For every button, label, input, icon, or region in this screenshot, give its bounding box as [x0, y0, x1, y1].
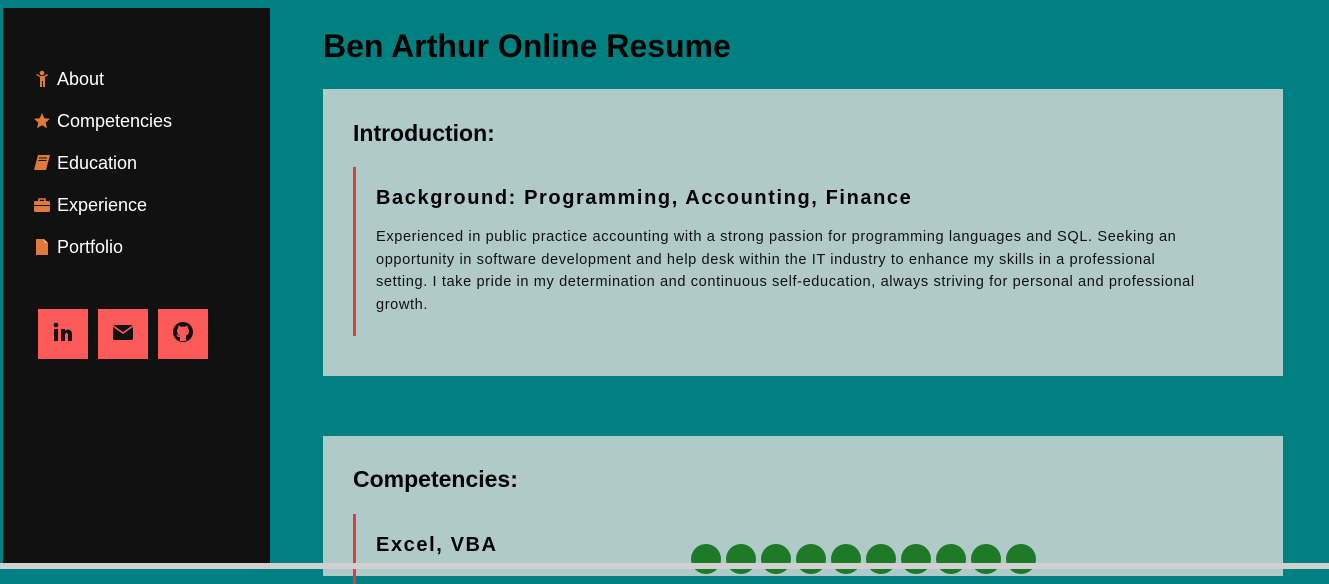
- nav-item-competencies[interactable]: Competencies: [33, 100, 172, 142]
- skill-dot: [761, 544, 791, 574]
- book-icon: [33, 154, 51, 172]
- competencies-heading: Competencies:: [353, 466, 518, 492]
- sidebar: About Competencies Education Experience …: [3, 8, 270, 569]
- sidebar-nav: About Competencies Education Experience …: [33, 58, 172, 268]
- skill-dot: [831, 544, 861, 574]
- competencies-card: Competencies: Excel, VBA: [323, 436, 1283, 584]
- nav-item-portfolio[interactable]: Portfolio: [33, 226, 172, 268]
- nav-item-experience[interactable]: Experience: [33, 184, 172, 226]
- email-button[interactable]: [98, 309, 148, 359]
- skill-dot: [901, 544, 931, 574]
- file-icon: [33, 238, 51, 256]
- skill-dot: [796, 544, 826, 574]
- background-subheading: Background: Programming, Accounting, Fin…: [376, 187, 913, 209]
- linkedin-icon: [52, 321, 74, 348]
- github-button[interactable]: [158, 309, 208, 359]
- github-icon: [172, 321, 194, 348]
- background-blockquote: Background: Programming, Accounting, Fin…: [353, 167, 1226, 336]
- introduction-heading: Introduction:: [353, 120, 495, 146]
- horizontal-scrollbar[interactable]: [0, 563, 1329, 569]
- page-title: Ben Arthur Online Resume: [323, 28, 731, 64]
- skill-rating: [691, 544, 1036, 574]
- envelope-icon: [112, 321, 134, 348]
- skill-row: Excel, VBA: [353, 514, 1226, 584]
- skill-dot: [866, 544, 896, 574]
- person-icon: [33, 70, 51, 88]
- introduction-card: Introduction: Background: Programming, A…: [323, 89, 1283, 376]
- skill-dot: [691, 544, 721, 574]
- skill-dot: [1006, 544, 1036, 574]
- skill-dot: [726, 544, 756, 574]
- skill-dot: [971, 544, 1001, 574]
- social-links: [38, 309, 208, 359]
- nav-label-education: Education: [57, 152, 138, 173]
- linkedin-button[interactable]: [38, 309, 88, 359]
- introduction-text: Experienced in public practice accountin…: [376, 229, 1195, 313]
- skill-name: Excel, VBA: [376, 534, 498, 556]
- nav-label-portfolio: Portfolio: [57, 236, 124, 257]
- nav-label-experience: Experience: [57, 194, 148, 215]
- nav-item-education[interactable]: Education: [33, 142, 172, 184]
- briefcase-icon: [33, 196, 51, 214]
- skill-dot: [936, 544, 966, 574]
- nav-item-about[interactable]: About: [33, 58, 172, 100]
- nav-label-about: About: [57, 68, 105, 89]
- nav-label-competencies: Competencies: [57, 110, 173, 131]
- star-icon: [33, 112, 51, 130]
